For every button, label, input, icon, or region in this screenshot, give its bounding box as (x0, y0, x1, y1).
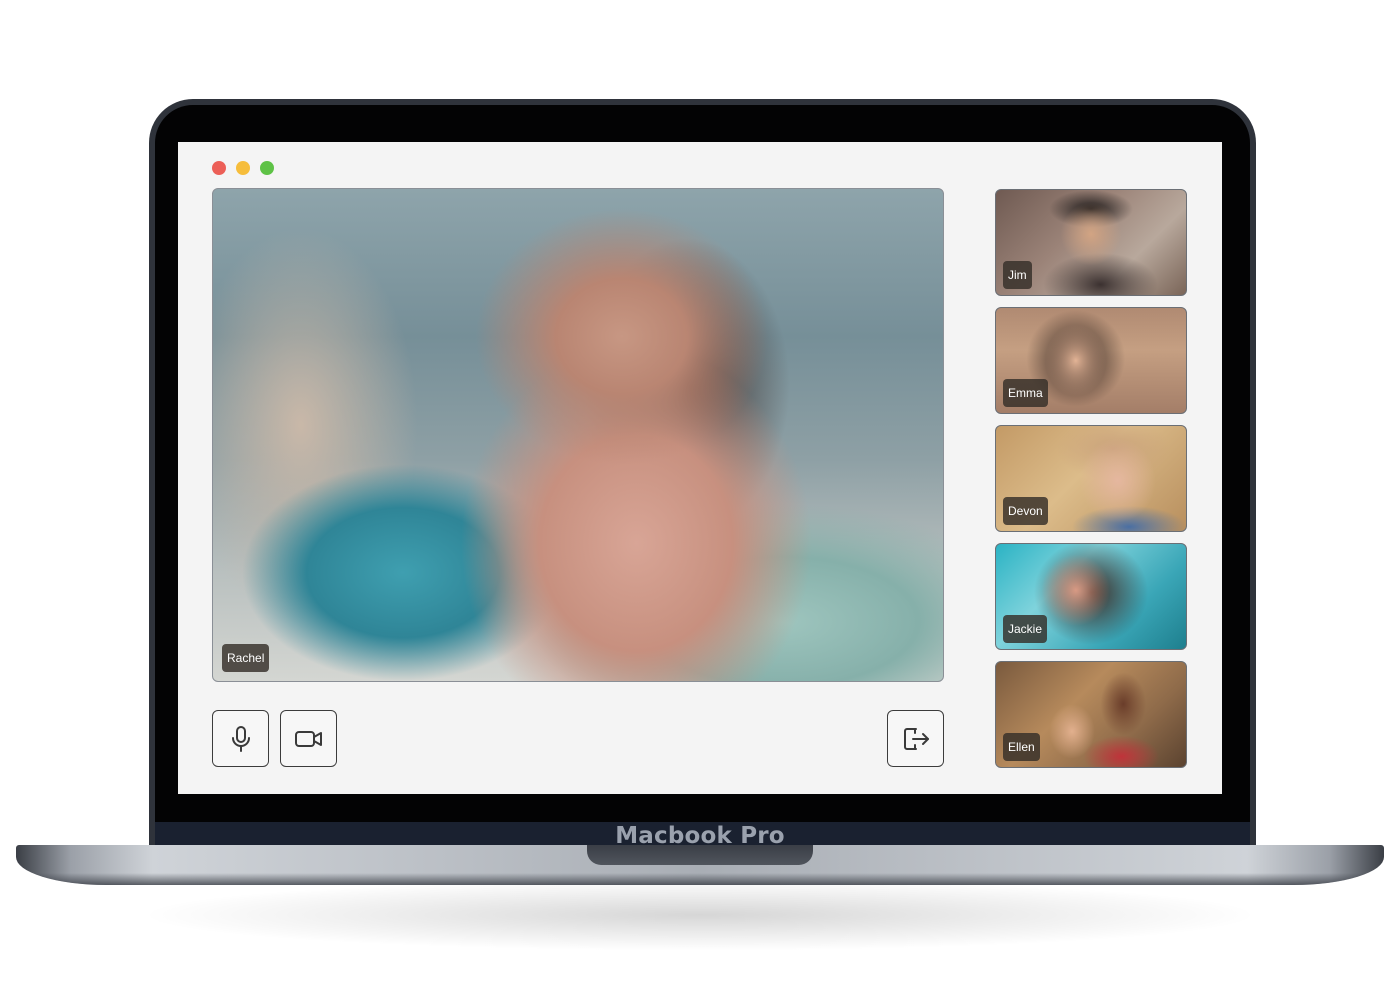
video-call-window: Rachel Jim Emma Devon Jackie Ellen (178, 142, 1222, 794)
exit-icon (901, 725, 931, 753)
microphone-icon (228, 725, 254, 753)
window-minimize-button[interactable] (236, 161, 250, 175)
leave-call-button[interactable] (887, 710, 944, 767)
video-camera-icon (294, 728, 324, 750)
participant-tile-devon[interactable]: Devon (995, 425, 1187, 532)
laptop-hinge-notch (587, 845, 813, 865)
participant-tile-emma[interactable]: Emma (995, 307, 1187, 414)
toggle-camera-button[interactable] (280, 710, 337, 767)
laptop-shadow (150, 880, 1250, 950)
participant-tile-jim[interactable]: Jim (995, 189, 1187, 296)
main-speaker-video[interactable]: Rachel (212, 188, 944, 682)
participant-tile-jackie[interactable]: Jackie (995, 543, 1187, 650)
participant-name-tag: Jackie (1003, 615, 1048, 643)
participant-name-tag: Jim (1003, 261, 1032, 289)
participant-tile-ellen[interactable]: Ellen (995, 661, 1187, 768)
window-maximize-button[interactable] (260, 161, 274, 175)
participant-name-tag: Ellen (1003, 733, 1040, 761)
window-close-button[interactable] (212, 161, 226, 175)
mute-microphone-button[interactable] (212, 710, 269, 767)
participant-name-tag: Devon (1003, 497, 1048, 525)
main-speaker-name-tag: Rachel (222, 644, 270, 672)
participant-name-tag: Emma (1003, 379, 1048, 407)
